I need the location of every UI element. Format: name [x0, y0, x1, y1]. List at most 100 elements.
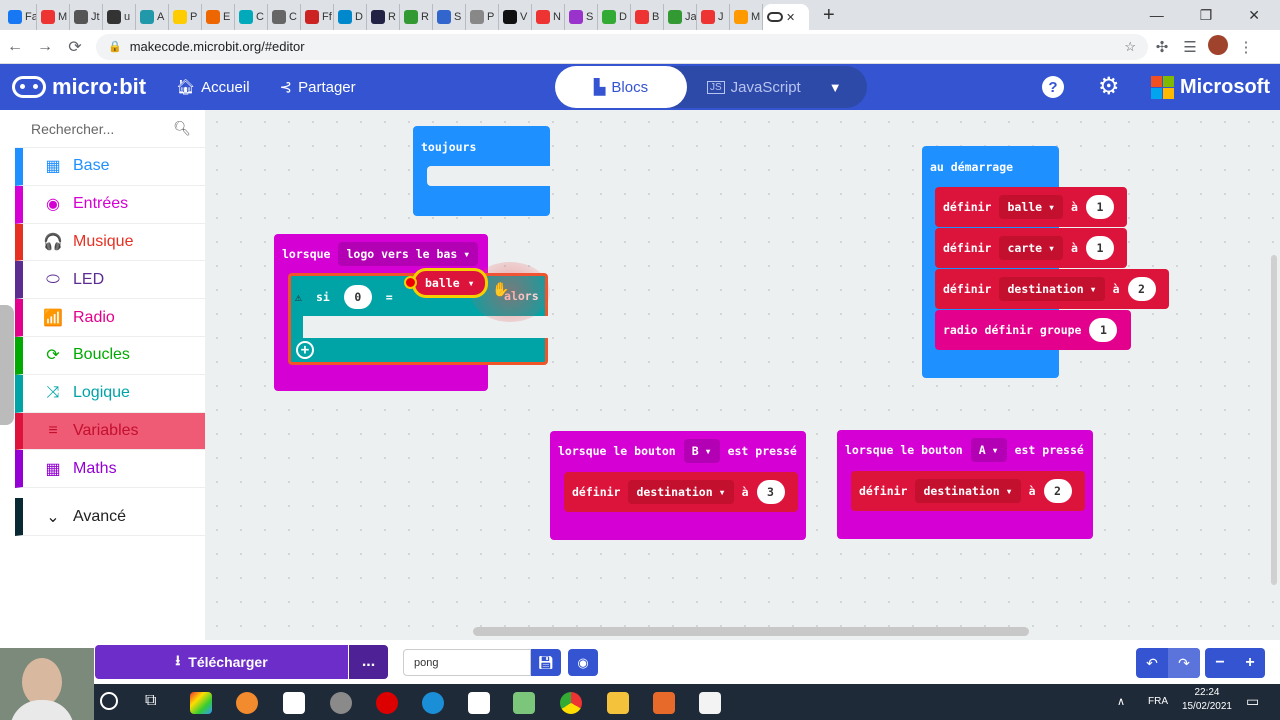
collapse-handle[interactable] [0, 305, 14, 425]
browser-tab[interactable]: S [565, 4, 598, 30]
reading-list-icon[interactable]: ☰ [1176, 38, 1204, 56]
category-entres[interactable]: ◉ Entrées [15, 185, 205, 224]
variable-dropdown[interactable]: destination ▾ [628, 480, 734, 504]
minimize-button[interactable]: — [1150, 7, 1164, 24]
app-icon[interactable] [330, 692, 352, 714]
store-icon[interactable] [283, 692, 305, 714]
tab-blocks[interactable]: ▙ Blocs [555, 66, 687, 108]
browser-tab[interactable]: Ff [301, 4, 334, 30]
language-indicator[interactable]: FRA [1148, 696, 1168, 707]
value-input[interactable]: 1 [1085, 236, 1114, 260]
variable-dropdown[interactable]: destination ▾ [999, 277, 1105, 301]
browser-tab[interactable]: C [268, 4, 301, 30]
cortana-search-icon[interactable] [100, 692, 118, 710]
category-advanced[interactable]: ⌄ Avancé [15, 498, 205, 536]
browser-tab[interactable]: V [499, 4, 532, 30]
browser-tab[interactable]: C [235, 4, 268, 30]
browser-tab[interactable]: Jt [70, 4, 103, 30]
browser-tab[interactable]: D [598, 4, 631, 30]
value-input[interactable]: 1 [1089, 318, 1118, 342]
set-destination-2-block[interactable]: définir destination ▾ à 2 [851, 471, 1085, 511]
redo-button[interactable]: ↷ [1168, 648, 1200, 678]
url-field[interactable]: 🔒 makecode.microbit.org/#editor ☆ [96, 33, 1148, 60]
chrome-icon[interactable] [560, 692, 582, 714]
browser-tab[interactable]: R [400, 4, 433, 30]
category-logique[interactable]: ⤨ Logique [15, 374, 205, 413]
app-icon[interactable] [653, 692, 675, 714]
warning-icon[interactable]: ⚠ [295, 290, 302, 304]
toolbox-search[interactable]: Rechercher... 🔍︎ [15, 110, 205, 148]
file-explorer-icon[interactable] [607, 692, 629, 714]
scratch-icon[interactable] [236, 692, 258, 714]
browser-tab[interactable]: J [697, 4, 730, 30]
radio-set-group-block[interactable]: radio définir groupe 1 [935, 310, 1131, 350]
category-led[interactable]: ⬭ LED [15, 261, 205, 300]
variable-dropdown[interactable]: balle ▾ [999, 195, 1064, 219]
value-input[interactable]: 2 [1043, 479, 1072, 503]
forever-block[interactable]: toujours [413, 126, 550, 216]
variable-dropdown[interactable]: carte ▾ [999, 236, 1064, 260]
download-button[interactable]: ⭳ Télécharger [95, 645, 348, 679]
category-musique[interactable]: 🎧 Musique [15, 223, 205, 262]
add-else-icon[interactable]: + [296, 341, 314, 359]
app-icon[interactable] [468, 692, 490, 714]
browser-tab[interactable]: P [466, 4, 499, 30]
extensions-icon[interactable]: ✣ [1148, 38, 1176, 56]
microsoft-logo[interactable]: Microsoft [1151, 64, 1270, 110]
close-tab-icon[interactable]: ✕ [786, 11, 795, 24]
chevron-down-icon[interactable]: ▼ [829, 80, 842, 95]
browser-tab[interactable]: N [532, 4, 565, 30]
project-name-input[interactable] [403, 649, 531, 676]
github-button[interactable]: ◉ [568, 649, 598, 676]
browser-tab[interactable]: P [169, 4, 202, 30]
category-boucles[interactable]: ⟳ Boucles [15, 336, 205, 375]
system-clock[interactable]: 22:24 15/02/2021 [1182, 686, 1232, 714]
chevron-up-icon[interactable]: ∧ [1117, 695, 1125, 708]
vertical-scrollbar[interactable] [1271, 255, 1277, 585]
browser-menu-icon[interactable]: ⋮ [1232, 38, 1260, 56]
microbit-logo[interactable]: micro:bit [12, 74, 146, 100]
notepad-icon[interactable] [513, 692, 535, 714]
set-balle-block[interactable]: définir balle ▾ à 1 [935, 187, 1127, 227]
notification-icon[interactable]: ▭ [1246, 693, 1259, 710]
browser-tab[interactable]: Fa [4, 4, 37, 30]
zoom-out-button[interactable]: − [1205, 648, 1235, 678]
app-icon[interactable] [699, 692, 721, 714]
reload-button[interactable]: ⟳ [60, 37, 90, 57]
home-button[interactable]: 🏠︎ Accueil [176, 78, 249, 97]
forward-button[interactable]: → [30, 38, 60, 56]
category-maths[interactable]: ▦ Maths [15, 450, 205, 489]
value-input[interactable]: 1 [1085, 195, 1114, 219]
save-button[interactable]: 💾︎ [531, 649, 561, 676]
zoom-in-button[interactable]: + [1235, 648, 1265, 678]
browser-tab[interactable]: B [631, 4, 664, 30]
undo-button[interactable]: ↶ [1136, 648, 1168, 678]
browser-tab[interactable]: A [136, 4, 169, 30]
browser-tab[interactable]: M [37, 4, 70, 30]
paint-icon[interactable] [190, 692, 212, 714]
button-dropdown[interactable]: B ▾ [683, 439, 720, 463]
back-button[interactable]: ← [0, 38, 30, 56]
value-input[interactable]: 2 [1127, 277, 1156, 301]
browser-tab-active[interactable]: ✕ [763, 4, 809, 30]
set-destination-3-block[interactable]: définir destination ▾ à 3 [564, 472, 798, 512]
browser-tab[interactable]: M [730, 4, 763, 30]
browser-tab[interactable]: u [103, 4, 136, 30]
more-button[interactable]: ... [349, 645, 388, 679]
gear-icon[interactable]: ⚙ [1098, 72, 1120, 101]
variable-balle-reporter[interactable]: balle ▾ [412, 268, 488, 298]
share-button[interactable]: ⊰ Partager [280, 78, 356, 97]
edge-icon[interactable] [422, 692, 444, 714]
category-base[interactable]: ▦ Base [15, 148, 205, 186]
variable-dropdown[interactable]: destination ▾ [915, 479, 1021, 503]
new-tab-button[interactable]: + [823, 4, 835, 27]
browser-tab[interactable]: R [367, 4, 400, 30]
set-destination-block[interactable]: définir destination ▾ à 2 [935, 269, 1169, 309]
browser-tab[interactable]: Ja [664, 4, 697, 30]
browser-tab[interactable]: D [334, 4, 367, 30]
tab-javascript[interactable]: JS JavaScript [707, 79, 801, 96]
horizontal-scrollbar[interactable] [473, 627, 1029, 636]
category-radio[interactable]: 📶 Radio [15, 299, 205, 337]
task-view-icon[interactable]: ⧉ [145, 692, 156, 710]
category-variables[interactable]: ≡ Variables [15, 412, 205, 451]
